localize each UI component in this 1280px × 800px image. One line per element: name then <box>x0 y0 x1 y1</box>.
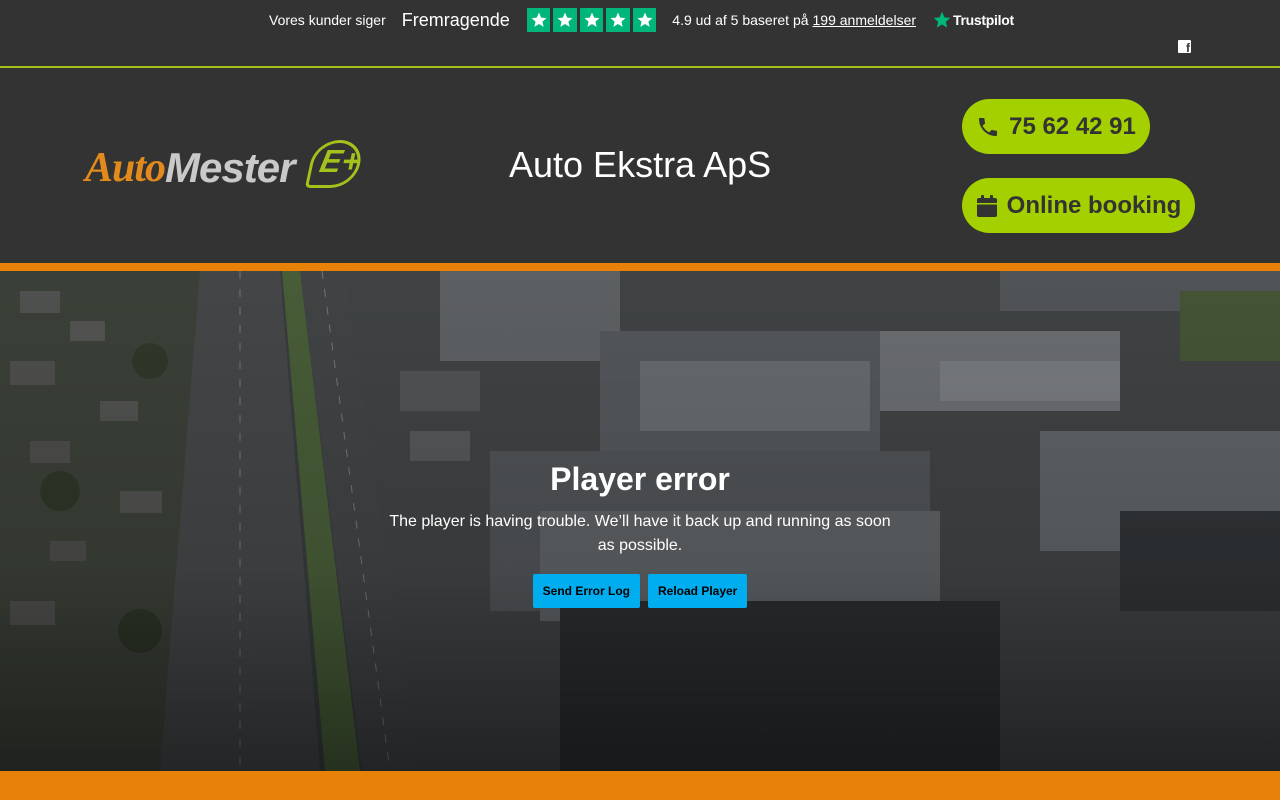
reviews-link[interactable]: 199 anmeldelser <box>813 12 917 28</box>
player-error-panel: Player error The player is having troubl… <box>0 461 1280 608</box>
reload-player-button[interactable]: Reload Player <box>647 574 748 608</box>
trustpilot-star-icon <box>933 11 951 28</box>
star-icon <box>606 8 630 32</box>
customers-say-text: Vores kunder siger <box>269 12 386 28</box>
rating-word: Fremragende <box>401 9 510 30</box>
online-booking-button[interactable]: Online booking <box>962 178 1195 233</box>
phone-icon <box>979 117 998 136</box>
phone-number: 75 62 42 91 <box>1009 112 1136 140</box>
calendar-icon <box>976 194 997 217</box>
send-error-log-button[interactable]: Send Error Log <box>532 574 640 608</box>
logo-part-eplus: E+ <box>316 143 365 179</box>
logo-eplus-badge: E+ <box>304 140 366 188</box>
logo-part-mester: Mester <box>165 144 295 191</box>
star-icon <box>553 8 577 32</box>
company-name: Auto Ekstra ApS <box>509 144 772 185</box>
player-error-actions: Send Error Log Reload Player <box>0 574 1280 608</box>
trustpilot-widget[interactable]: Vores kunder siger Fremragende 4.9 ud af… <box>269 8 1014 32</box>
orange-footer-strip <box>0 771 1280 800</box>
facebook-icon[interactable] <box>1178 40 1191 55</box>
score-text: 4.9 ud af 5 baseret på <box>672 12 809 28</box>
phone-button[interactable]: 75 62 42 91 <box>962 99 1150 154</box>
booking-label: Online booking <box>1006 191 1182 219</box>
trustpilot-stars <box>526 8 657 32</box>
player-error-title: Player error <box>550 461 730 497</box>
star-icon <box>632 8 657 32</box>
top-bar: Vores kunder siger Fremragende 4.9 ud af… <box>0 0 1280 68</box>
automester-logo[interactable]: Auto Mester E+ <box>85 140 366 192</box>
player-error-message: The player is having trouble. We’ll have… <box>389 513 891 554</box>
orange-divider <box>0 263 1280 271</box>
trustpilot-logo[interactable]: Trustpilot <box>932 10 1014 30</box>
trustpilot-label: Trustpilot <box>953 12 1014 28</box>
logo-part-auto: Auto <box>85 145 166 191</box>
site-header: Auto Mester E+ Auto Ekstra ApS 75 62 42 … <box>0 70 1280 263</box>
video-player[interactable]: Player error The player is having troubl… <box>0 271 1280 771</box>
star-icon <box>526 8 551 32</box>
star-icon <box>579 8 604 32</box>
